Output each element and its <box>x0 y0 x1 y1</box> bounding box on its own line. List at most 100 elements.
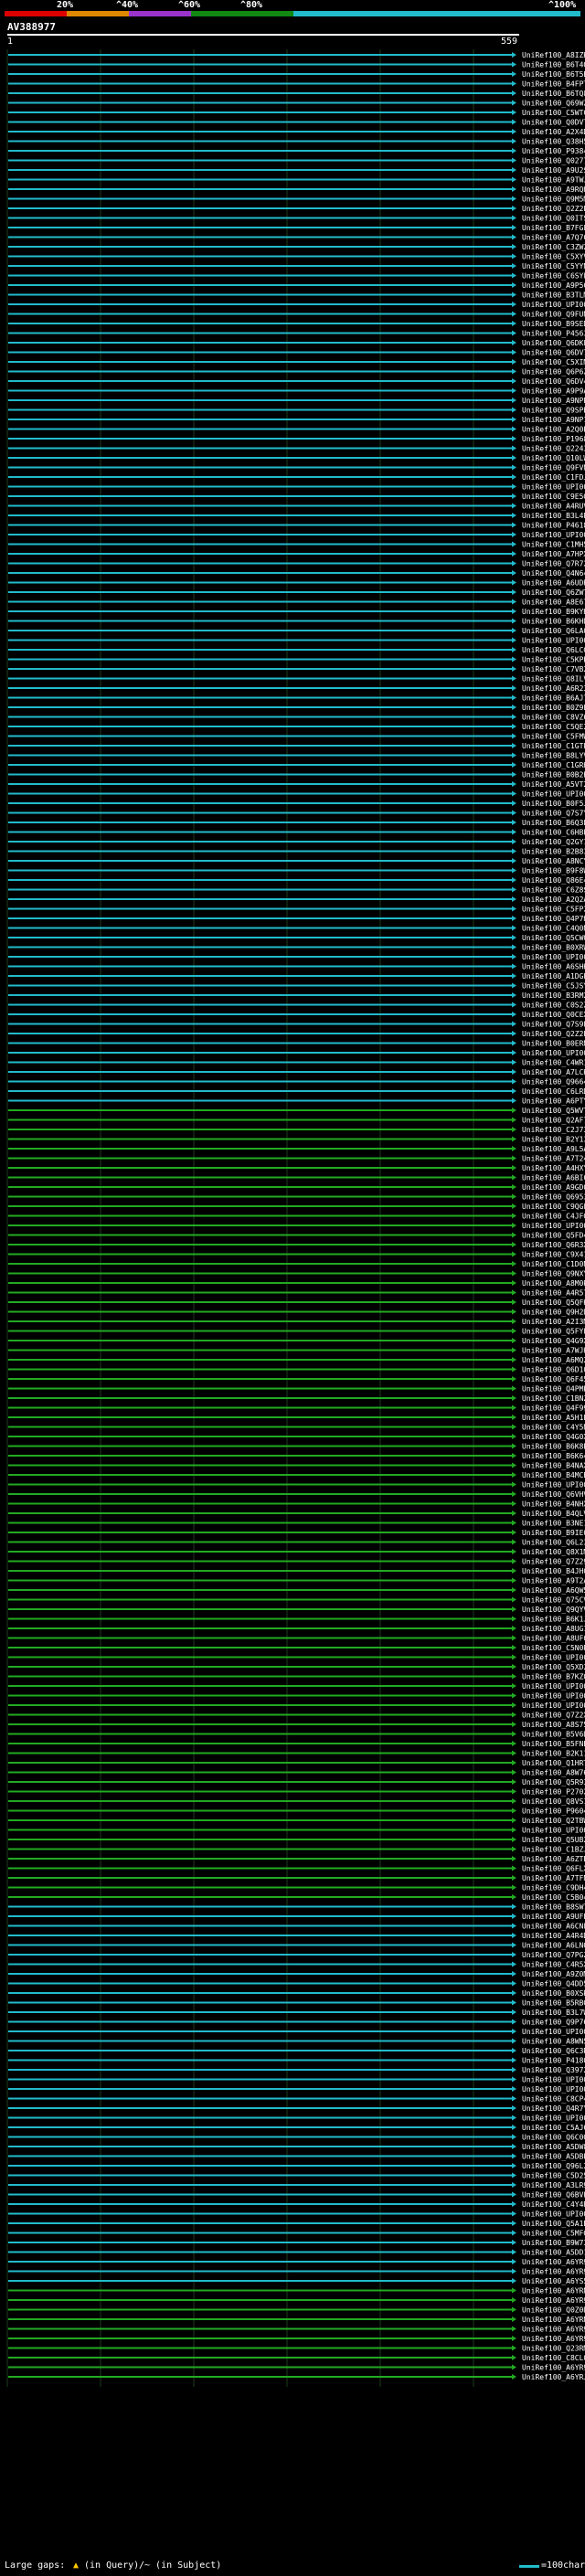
hit-row[interactable]: UniRef100_C4JFG4 <box>8 1213 585 1221</box>
hit-label[interactable]: UniRef100_Q4DD50 <box>522 1980 585 1988</box>
hit-row[interactable]: UniRef100_Q69WZ2 <box>8 100 585 108</box>
hit-row[interactable]: UniRef100_Q7S7Y9 <box>8 810 585 818</box>
hit-label[interactable]: UniRef100_B9IE05 <box>522 1529 585 1537</box>
hit-label[interactable]: UniRef100_C5B047 <box>522 1893 585 1902</box>
hit-row[interactable]: UniRef100_A6YR91 <box>8 2268 585 2276</box>
hit-row[interactable]: UniRef100_UPI000... <box>8 2076 585 2084</box>
hit-row[interactable]: UniRef100_C1GTL9 <box>8 742 585 750</box>
hit-label[interactable]: UniRef100_B2K116 <box>522 1750 585 1758</box>
hit-label[interactable]: UniRef100_C1FDJ9 <box>522 473 585 482</box>
hit-label[interactable]: UniRef100_Q9H2D5 <box>522 1309 585 1317</box>
hit-label[interactable]: UniRef100_C3ZWZ6 <box>522 243 585 251</box>
hit-row[interactable]: UniRef100_A6YR95 <box>8 2296 585 2305</box>
hit-label[interactable]: UniRef100_Q10LW7 <box>522 454 585 462</box>
hit-row[interactable]: UniRef100_B8LYV7 <box>8 752 585 760</box>
hit-row[interactable]: UniRef100_UPI000... <box>8 953 585 961</box>
hit-label[interactable]: UniRef100_Q9SPB3 <box>522 407 585 415</box>
hit-label[interactable]: UniRef100_C5XYV5 <box>522 253 585 261</box>
hit-row[interactable]: UniRef100_C4Q0N9 <box>8 925 585 933</box>
hit-label[interactable]: UniRef100_B4JH07 <box>522 1567 585 1575</box>
hit-label[interactable]: UniRef100_A9T2A3 <box>522 1577 585 1585</box>
hit-row[interactable]: UniRef100_A6LNQ4 <box>8 1942 585 1950</box>
hit-row[interactable]: UniRef100_A5VT29 <box>8 780 585 789</box>
hit-label[interactable]: UniRef100_Q02770 <box>522 157 585 165</box>
hit-row[interactable]: UniRef100_B6AJ76 <box>8 694 585 703</box>
hit-row[interactable]: UniRef100_B2B837 <box>8 848 585 856</box>
hit-label[interactable]: UniRef100_A6YR95 <box>522 2296 585 2305</box>
hit-label[interactable]: UniRef100_B3RM20 <box>522 991 585 1000</box>
hit-row[interactable]: UniRef100_Q5UB27 <box>8 1836 585 1844</box>
hit-row[interactable]: UniRef100_Q9SPB3 <box>8 407 585 415</box>
hit-row[interactable]: UniRef100_C2J733 <box>8 1126 585 1134</box>
hit-label[interactable]: UniRef100_C9QGF4 <box>522 1203 585 1211</box>
hit-row[interactable]: UniRef100_Q2Z2P5 <box>8 1030 585 1038</box>
hit-row[interactable]: UniRef100_C5MFG9 <box>8 2230 585 2238</box>
hit-row[interactable]: UniRef100_B7FGF8 <box>8 224 585 232</box>
hit-row[interactable]: UniRef100_Q39724 <box>8 2066 585 2074</box>
hit-row[interactable]: UniRef100_Q02770 <box>8 157 585 165</box>
hit-label[interactable]: UniRef100_A9P5C3 <box>522 281 585 290</box>
hit-label[interactable]: UniRef100_B0XRW7 <box>522 944 585 952</box>
hit-row[interactable]: UniRef100_Q8ILV2 <box>8 675 585 684</box>
hit-row[interactable]: UniRef100_A6YR96 <box>8 2364 585 2372</box>
hit-label[interactable]: UniRef100_B6T5B9 <box>522 70 585 79</box>
hit-row[interactable]: UniRef100_A9P9A6 <box>8 387 585 396</box>
hit-row[interactable]: UniRef100_C4Y5N7 <box>8 1424 585 1432</box>
hit-label[interactable]: UniRef100_Q7PGZ6 <box>522 1951 585 1959</box>
hit-label[interactable]: UniRef100_Q5FYL5 <box>522 1328 585 1336</box>
hit-row[interactable]: UniRef100_B3RM20 <box>8 991 585 1000</box>
hit-label[interactable]: UniRef100_B9SED8 <box>522 320 585 328</box>
hit-row[interactable]: UniRef100_Q0DVT9 <box>8 119 585 127</box>
hit-label[interactable]: UniRef100_C4R5X5 <box>522 1961 585 1969</box>
hit-row[interactable]: UniRef100_C5D259 <box>8 2172 585 2180</box>
hit-label[interactable]: UniRef100_C5QE29 <box>522 723 585 731</box>
hit-label[interactable]: UniRef100_Q7S9L9 <box>522 1021 585 1029</box>
hit-row[interactable]: UniRef100_A7WJH6 <box>8 1347 585 1355</box>
hit-row[interactable]: UniRef100_A2Q0B9 <box>8 426 585 434</box>
hit-row[interactable]: UniRef100_Q5A1B8 <box>8 2220 585 2228</box>
hit-row[interactable]: UniRef100_P41805 <box>8 2057 585 2065</box>
hit-row[interactable]: UniRef100_P46186 <box>8 522 585 530</box>
hit-label[interactable]: UniRef100_A4R4D3 <box>522 1932 585 1940</box>
hit-label[interactable]: UniRef100_Q96647 <box>522 1078 585 1087</box>
hit-row[interactable]: UniRef100_B0XRW7 <box>8 944 585 952</box>
hit-row[interactable]: UniRef100_UPI000... <box>8 2085 585 2094</box>
hit-label[interactable]: UniRef100_Q6LA05 <box>522 627 585 635</box>
hit-label[interactable]: UniRef100_B5V6D3 <box>522 1731 585 1739</box>
hit-row[interactable]: UniRef100_Q4R7Y2 <box>8 2104 585 2113</box>
hit-label[interactable]: UniRef100_Q6BVL2 <box>522 2191 585 2200</box>
hit-label[interactable]: UniRef100_P19682 <box>522 435 585 443</box>
hit-row[interactable]: UniRef100_C3ZWZ6 <box>8 243 585 251</box>
hit-label[interactable]: UniRef100_Q5UB27 <box>522 1836 585 1844</box>
hit-label[interactable]: UniRef100_Q0CEX9 <box>522 1011 585 1019</box>
hit-row[interactable]: UniRef100_C5XYV5 <box>8 253 585 261</box>
hit-label[interactable]: UniRef100_C1BNZ2 <box>522 1394 585 1403</box>
hit-row[interactable]: UniRef100_A8WN59 <box>8 2038 585 2046</box>
hit-label[interactable]: UniRef100_Q6FLX0 <box>522 1865 585 1873</box>
hit-row[interactable]: UniRef100_A9UFP6 <box>8 1913 585 1921</box>
hit-row[interactable]: UniRef100_B9SED8 <box>8 320 585 328</box>
hit-label[interactable]: UniRef100_A8S751 <box>522 1721 585 1729</box>
hit-label[interactable]: UniRef100_A8WN59 <box>522 2038 585 2046</box>
hit-row[interactable]: UniRef100_A5H1E9 <box>8 1414 585 1422</box>
hit-label[interactable]: UniRef100_A1DGL5 <box>522 972 585 981</box>
hit-label[interactable]: UniRef100_A3LR93 <box>522 2181 585 2189</box>
hit-label[interactable]: UniRef100_A6YR91 <box>522 2268 585 2276</box>
hit-label[interactable]: UniRef100_B8SW76 <box>522 1903 585 1912</box>
hit-label[interactable]: UniRef100_Q6L231 <box>522 1539 585 1547</box>
hit-label[interactable]: UniRef100_Q9P769 <box>522 2019 585 2027</box>
hit-row[interactable]: UniRef100_A9RQH3 <box>8 186 585 194</box>
hit-row[interactable]: UniRef100_UPI000... <box>8 2210 585 2219</box>
hit-label[interactable]: UniRef100_A8UF09 <box>522 1635 585 1643</box>
hit-label[interactable]: UniRef100_Q4R7Y2 <box>522 2104 585 2113</box>
hit-label[interactable]: UniRef100_UPI000... <box>522 2085 585 2094</box>
hit-label[interactable]: UniRef100_A6YRJ8 <box>522 2373 585 2381</box>
hit-label[interactable]: UniRef100_C7VB23 <box>522 665 585 673</box>
hit-row[interactable]: UniRef100_Q7S9L9 <box>8 1021 585 1029</box>
hit-row[interactable]: UniRef100_Q6DV76 <box>8 349 585 357</box>
hit-row[interactable]: UniRef100_B9KYH0 <box>8 608 585 616</box>
hit-row[interactable]: UniRef100_Q4N644 <box>8 569 585 578</box>
hit-label[interactable]: UniRef100_Q5A1B8 <box>522 2220 585 2228</box>
hit-row[interactable]: UniRef100_C4R5X5 <box>8 1961 585 1969</box>
hit-row[interactable]: UniRef100_Q6L231 <box>8 1539 585 1547</box>
